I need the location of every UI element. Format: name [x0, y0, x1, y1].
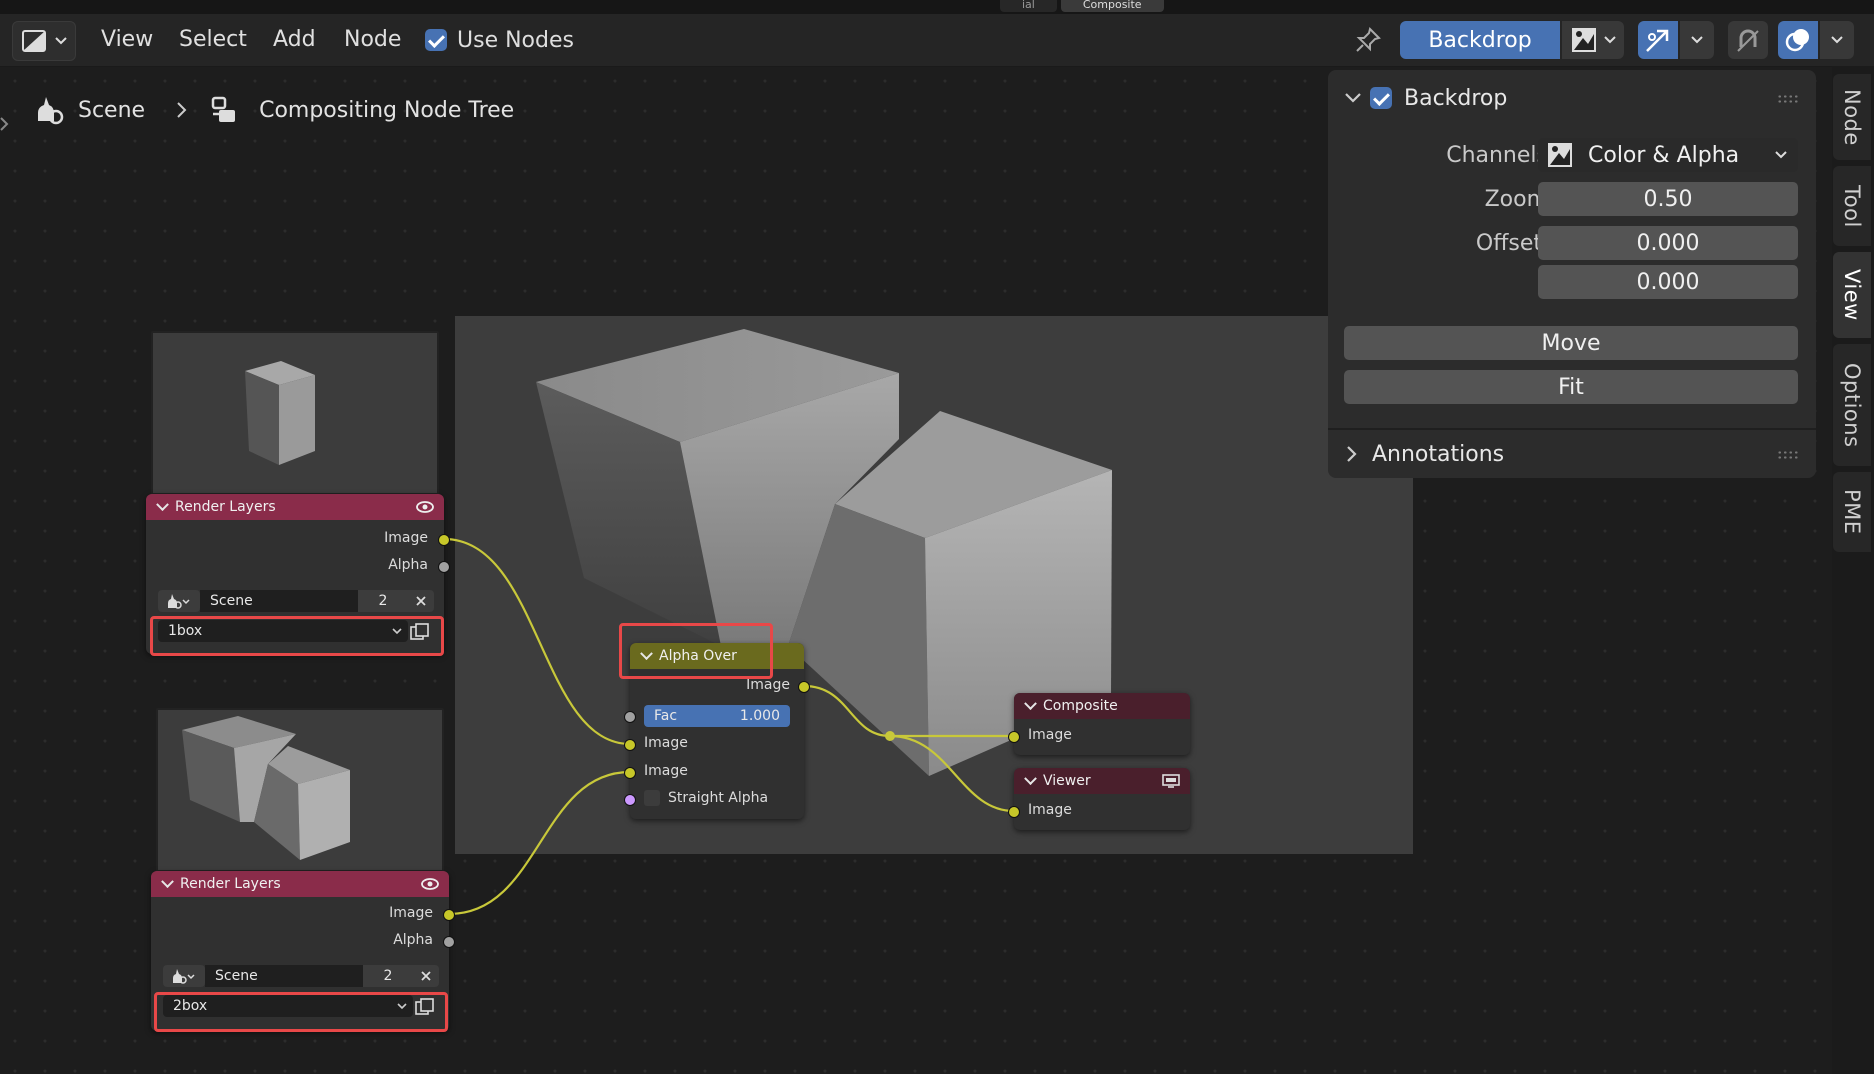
annotations-panel-header[interactable]: Annotations — [1346, 430, 1504, 478]
input-image-2-label: Image — [644, 763, 688, 779]
render-preview-image — [182, 716, 350, 860]
zoom-field[interactable]: 0.50 — [1538, 182, 1798, 216]
input-image-label: Image — [1028, 727, 1072, 743]
scene-icon — [168, 594, 190, 609]
output-image-socket[interactable] — [798, 681, 810, 693]
scene-selector-button[interactable] — [163, 965, 205, 987]
scene-name-field[interactable]: Scene — [205, 965, 373, 987]
scene-name-field[interactable]: Scene — [200, 590, 368, 612]
chevron-down-icon — [1775, 151, 1787, 159]
composite-node[interactable]: Composite Image — [1008, 693, 1190, 755]
tab-view[interactable]: View — [1833, 252, 1871, 338]
scene-icon — [173, 969, 195, 984]
channels-value: Color & Alpha — [1588, 142, 1740, 168]
input-image-2-socket[interactable] — [624, 767, 636, 779]
node-title: Render Layers — [175, 499, 276, 515]
scene-users-count: 2 — [358, 590, 408, 612]
sidebar-panel: Backdrop Channels Color & Alpha Zoom 0.5… — [1328, 70, 1816, 478]
highlight-view-layer-2 — [154, 992, 448, 1032]
fac-slider[interactable]: Fac 1.000 — [644, 705, 790, 727]
offset-y-field[interactable]: 0.000 — [1538, 265, 1798, 299]
close-icon — [416, 596, 426, 606]
collapse-icon[interactable] — [1024, 696, 1037, 710]
backdrop-checkbox[interactable] — [1370, 87, 1392, 109]
render-layers-2-header[interactable]: Render Layers — [151, 871, 449, 897]
tab-node[interactable]: Node — [1833, 74, 1871, 160]
node-title: Render Layers — [180, 876, 281, 892]
render-layers-1-preview — [151, 331, 439, 495]
unlink-scene-button[interactable] — [408, 590, 434, 612]
input-image-socket[interactable] — [1008, 731, 1020, 743]
fit-button[interactable]: Fit — [1344, 370, 1798, 404]
collapse-icon[interactable] — [161, 874, 174, 888]
offset-x-field[interactable]: 0.000 — [1538, 226, 1798, 260]
render-layers-1-header[interactable]: Render Layers — [146, 494, 444, 520]
collapse-icon[interactable] — [1024, 771, 1037, 785]
chevron-right-icon — [1347, 446, 1357, 462]
straight-alpha-label: Straight Alpha — [668, 790, 769, 806]
tab-label: Options — [1840, 362, 1864, 448]
straight-alpha-checkbox[interactable] — [644, 790, 660, 806]
output-alpha-socket[interactable] — [438, 561, 450, 573]
collapse-icon[interactable] — [156, 497, 169, 511]
output-image-socket[interactable] — [438, 534, 450, 546]
backdrop-panel-title: Backdrop — [1404, 85, 1508, 111]
scene-users-count: 2 — [363, 965, 413, 987]
input-image-label: Image — [1028, 802, 1072, 818]
input-fac-socket[interactable] — [624, 711, 636, 723]
link-reroute-to-viewer — [889, 734, 1015, 813]
channels-label: Channels — [1446, 143, 1548, 168]
annotations-panel-title: Annotations — [1372, 441, 1505, 467]
unlink-scene-button[interactable] — [413, 965, 439, 987]
link-rl1-to-alphaover — [443, 537, 631, 746]
highlight-view-layer-1 — [150, 616, 444, 656]
node-title: Composite — [1043, 698, 1118, 714]
color-alpha-icon — [1548, 143, 1572, 167]
backdrop-panel-header[interactable]: Backdrop — [1344, 74, 1507, 122]
composite-header[interactable]: Composite — [1014, 693, 1190, 719]
drag-handle-icon[interactable] — [1777, 94, 1799, 104]
output-image-label: Image — [746, 677, 790, 693]
link-alphaover-to-reroute — [803, 684, 891, 738]
tab-label: Tool — [1840, 184, 1864, 228]
output-alpha-label: Alpha — [393, 932, 433, 948]
chevron-down-icon — [1345, 93, 1361, 103]
tab-tool[interactable]: Tool — [1833, 166, 1871, 246]
viewer-node[interactable]: Viewer Image — [1008, 768, 1190, 830]
tab-pme[interactable]: PME — [1833, 472, 1871, 552]
render-preview-image — [245, 361, 315, 465]
input-image-1-socket[interactable] — [624, 739, 636, 751]
node-title: Viewer — [1043, 773, 1091, 789]
eye-icon[interactable] — [416, 500, 434, 514]
input-straight-alpha-socket[interactable] — [624, 794, 636, 806]
zoom-label: Zoom — [1484, 187, 1548, 212]
output-image-label: Image — [384, 530, 428, 546]
move-button[interactable]: Move — [1344, 326, 1798, 360]
scene-selector-button[interactable] — [158, 590, 200, 612]
drag-handle-icon[interactable] — [1777, 450, 1799, 460]
channels-dropdown[interactable]: Color & Alpha — [1538, 138, 1798, 172]
close-icon — [421, 971, 431, 981]
input-image-1-label: Image — [644, 735, 688, 751]
offset-label: Offset — [1475, 231, 1542, 256]
output-alpha-label: Alpha — [388, 557, 428, 573]
fac-label: Fac — [654, 708, 678, 724]
monitor-icon[interactable] — [1162, 774, 1180, 788]
tab-options[interactable]: Options — [1833, 344, 1871, 466]
link-rl2-to-alphaover — [448, 770, 631, 916]
output-image-socket[interactable] — [443, 909, 455, 921]
reroute-node[interactable] — [885, 731, 895, 741]
output-alpha-socket[interactable] — [443, 936, 455, 948]
fac-value: 1.000 — [739, 708, 780, 724]
render-layers-2-preview — [156, 708, 444, 872]
highlight-alpha-over-header — [619, 623, 773, 679]
tab-label: View — [1840, 269, 1864, 321]
tab-label: PME — [1840, 489, 1864, 535]
tab-label: Node — [1840, 88, 1864, 146]
eye-icon[interactable] — [421, 877, 439, 891]
input-image-socket[interactable] — [1008, 806, 1020, 818]
output-image-label: Image — [389, 905, 433, 921]
